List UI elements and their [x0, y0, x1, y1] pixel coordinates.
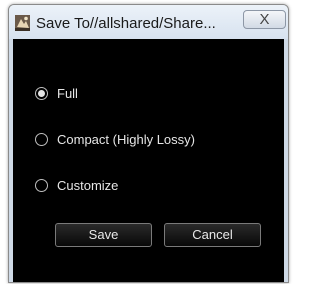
app-icon	[15, 15, 30, 31]
dialog-body: Full Compact (Highly Lossy) Customize Sa…	[13, 39, 284, 282]
option-compact-label: Compact (Highly Lossy)	[57, 132, 195, 147]
window-frame-right	[284, 39, 288, 282]
cancel-button[interactable]: Cancel	[164, 223, 261, 247]
window-title: Save To//allshared/Share...	[36, 15, 216, 32]
radio-unselected-icon[interactable]	[35, 133, 48, 146]
save-button[interactable]: Save	[55, 223, 152, 247]
option-full-label: Full	[57, 86, 78, 101]
close-icon: X	[259, 11, 270, 28]
option-customize-label: Customize	[57, 178, 119, 193]
radio-selected-icon[interactable]	[35, 87, 48, 100]
title-bar[interactable]: Save To//allshared/Share... X	[9, 5, 288, 39]
save-dialog: Save To//allshared/Share... X Full Compa…	[8, 4, 289, 283]
radio-unselected-icon[interactable]	[35, 179, 48, 192]
close-button[interactable]: X	[243, 10, 286, 29]
